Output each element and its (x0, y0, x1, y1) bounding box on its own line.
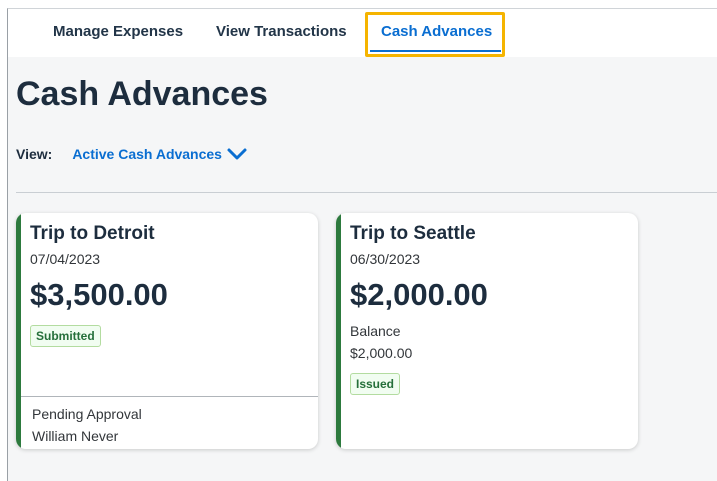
balance-label: Balance (350, 323, 401, 339)
tab-cash-advances[interactable]: Cash Advances (381, 23, 492, 40)
card-amount: $3,500.00 (30, 277, 168, 312)
cash-advance-card[interactable]: Trip to Detroit 07/04/2023 $3,500.00 Sub… (16, 213, 318, 449)
status-badge: Issued (350, 373, 401, 395)
section-divider (16, 192, 717, 193)
view-filter-row: View: Active Cash Advances (16, 143, 248, 165)
tab-view-transactions[interactable]: View Transactions (216, 23, 347, 40)
active-tab-indicator (370, 50, 501, 52)
balance-value: $2,000.00 (350, 345, 413, 361)
card-title: Trip to Seattle (350, 223, 476, 244)
view-dropdown-value: Active Cash Advances (72, 146, 222, 162)
view-dropdown[interactable]: Active Cash Advances (72, 146, 248, 162)
card-date: 06/30/2023 (350, 251, 421, 267)
approval-status: Pending Approval (32, 406, 142, 422)
card-date: 07/04/2023 (30, 251, 101, 267)
card-footer-divider (21, 396, 318, 397)
card-amount: $2,000.00 (350, 277, 488, 312)
chevron-down-icon (227, 148, 247, 160)
card-status-accent (336, 213, 341, 449)
card-title: Trip to Detroit (30, 223, 155, 244)
main-content: Cash Advances View: Active Cash Advances… (8, 57, 717, 481)
approver-name: William Never (32, 428, 119, 444)
tab-manage-expenses[interactable]: Manage Expenses (53, 23, 183, 40)
app-window: Manage Expenses View Transactions Cash A… (7, 8, 717, 481)
card-status-accent (16, 213, 21, 449)
view-label: View: (16, 146, 53, 162)
cash-advance-card[interactable]: Trip to Seattle 06/30/2023 $2,000.00 Bal… (336, 213, 638, 449)
status-badge: Submitted (30, 325, 101, 347)
page-title: Cash Advances (16, 75, 268, 113)
tab-bar: Manage Expenses View Transactions Cash A… (8, 9, 717, 57)
